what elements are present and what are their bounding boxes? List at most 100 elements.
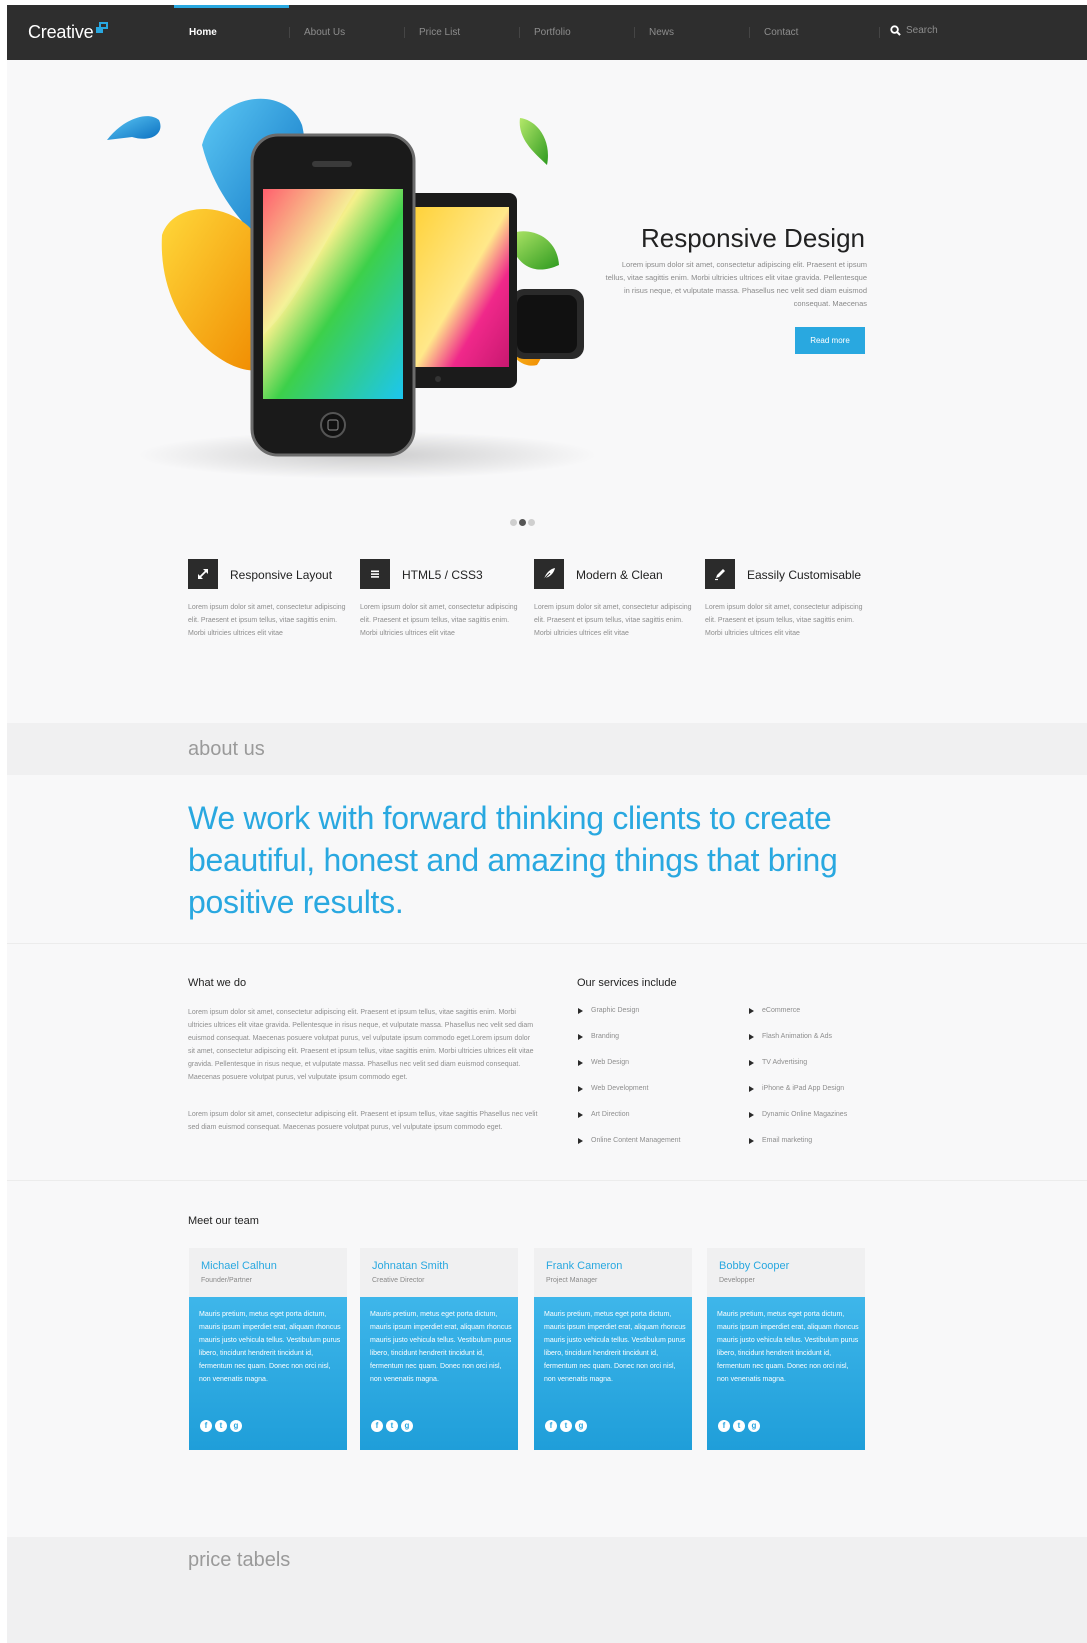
twitter-icon[interactable]: t bbox=[386, 1420, 398, 1432]
team-card: Bobby Cooper Developper Mauris pretium, … bbox=[707, 1248, 865, 1450]
service-item[interactable]: TV Advertising bbox=[748, 1059, 847, 1085]
menu-divider bbox=[879, 27, 880, 38]
section-divider bbox=[7, 1180, 1087, 1181]
service-item[interactable]: Art Direction bbox=[577, 1111, 681, 1137]
slide-dot-1[interactable] bbox=[510, 519, 517, 526]
search-field[interactable]: Search bbox=[890, 25, 938, 36]
twitter-icon[interactable]: t bbox=[733, 1420, 745, 1432]
team-card-body: Mauris pretium, metus eget porta dictum,… bbox=[534, 1297, 692, 1450]
price-heading: price tabels bbox=[188, 1549, 291, 1571]
nav-item-label: About Us bbox=[304, 27, 346, 38]
team-card: Frank Cameron Project Manager Mauris pre… bbox=[534, 1248, 692, 1450]
team-member-name[interactable]: Johnatan Smith bbox=[372, 1260, 448, 1272]
team-card-header: Michael Calhun Founder/Partner bbox=[189, 1248, 347, 1297]
team-member-bio: Mauris pretium, metus eget porta dictum,… bbox=[717, 1311, 859, 1383]
google-plus-icon[interactable]: g bbox=[230, 1420, 242, 1432]
search-icon bbox=[890, 25, 901, 36]
feature-text: Lorem ipsum dolor sit amet, consectetur … bbox=[360, 604, 518, 637]
slide-dot-2[interactable] bbox=[519, 519, 526, 526]
about-section-header: about us bbox=[7, 723, 1087, 775]
services-list-1: Graphic Design Branding Web Design Web D… bbox=[577, 1007, 681, 1163]
team-card: Michael Calhun Founder/Partner Mauris pr… bbox=[189, 1248, 347, 1450]
facebook-icon[interactable]: f bbox=[718, 1420, 730, 1432]
pen-icon bbox=[705, 559, 735, 589]
twitter-icon[interactable]: t bbox=[215, 1420, 227, 1432]
services-heading: Our services include bbox=[577, 977, 677, 989]
services-list-2: eCommerce Flash Animation & Ads TV Adver… bbox=[748, 1007, 847, 1163]
nav-item-portfolio[interactable]: Portfolio bbox=[519, 5, 634, 60]
team-card: Johnatan Smith Creative Director Mauris … bbox=[360, 1248, 518, 1450]
social-links: ftg bbox=[545, 1415, 590, 1433]
what-we-do-heading: What we do bbox=[188, 977, 247, 989]
twitter-icon[interactable]: t bbox=[560, 1420, 572, 1432]
facebook-icon[interactable]: f bbox=[545, 1420, 557, 1432]
page: Creative Home About Us Price List Portfo… bbox=[7, 5, 1087, 1643]
feather-icon bbox=[534, 559, 564, 589]
team-card-header: Frank Cameron Project Manager bbox=[534, 1248, 692, 1297]
nav-item-label: Contact bbox=[764, 27, 799, 38]
nav-item-label: Portfolio bbox=[534, 27, 571, 38]
logo[interactable]: Creative bbox=[28, 22, 109, 43]
google-plus-icon[interactable]: g bbox=[748, 1420, 760, 1432]
what-we-do-text-2: Lorem ipsum dolor sit amet, consectetur … bbox=[188, 1111, 538, 1131]
service-item[interactable]: Web Development bbox=[577, 1085, 681, 1111]
team-card-header: Bobby Cooper Developper bbox=[707, 1248, 865, 1297]
hero-title: Responsive Design bbox=[640, 223, 865, 253]
team-card-body: Mauris pretium, metus eget porta dictum,… bbox=[189, 1297, 347, 1450]
nav-item-label: News bbox=[649, 27, 675, 38]
feature-text: Lorem ipsum dolor sit amet, consectetur … bbox=[534, 604, 692, 637]
logo-text: Creative bbox=[28, 22, 94, 42]
service-item[interactable]: iPhone & iPad App Design bbox=[748, 1085, 847, 1111]
feature-title: HTML5 / CSS3 bbox=[402, 568, 483, 582]
facebook-icon[interactable]: f bbox=[371, 1420, 383, 1432]
team-card-body: Mauris pretium, metus eget porta dictum,… bbox=[707, 1297, 865, 1450]
service-item[interactable]: Dynamic Online Magazines bbox=[748, 1111, 847, 1137]
hero-devices-illustration bbox=[107, 98, 597, 479]
service-item[interactable]: Email marketing bbox=[748, 1137, 847, 1163]
nav-item-news[interactable]: News bbox=[634, 5, 749, 60]
section-divider bbox=[7, 943, 1087, 944]
social-links: ftg bbox=[371, 1415, 416, 1433]
service-item[interactable]: eCommerce bbox=[748, 1007, 847, 1033]
team-member-name[interactable]: Michael Calhun bbox=[201, 1260, 277, 1272]
price-section-header: price tabels bbox=[7, 1537, 1087, 1643]
read-more-button[interactable]: Read more bbox=[795, 327, 865, 354]
feature-title: Modern & Clean bbox=[576, 568, 663, 582]
facebook-icon[interactable]: f bbox=[200, 1420, 212, 1432]
social-links: ftg bbox=[718, 1415, 763, 1433]
team-card-header: Johnatan Smith Creative Director bbox=[360, 1248, 518, 1297]
feature-text: Lorem ipsum dolor sit amet, consectetur … bbox=[188, 604, 346, 637]
team-member-bio: Mauris pretium, metus eget porta dictum,… bbox=[370, 1311, 512, 1383]
google-plus-icon[interactable]: g bbox=[575, 1420, 587, 1432]
nav-item-about-us[interactable]: About Us bbox=[289, 5, 404, 60]
team-member-role: Founder/Partner bbox=[201, 1277, 252, 1284]
team-member-role: Project Manager bbox=[546, 1277, 598, 1284]
team-member-name[interactable]: Bobby Cooper bbox=[719, 1260, 789, 1272]
slide-dot-3[interactable] bbox=[528, 519, 535, 526]
team-heading: Meet our team bbox=[188, 1215, 259, 1227]
nav-item-home[interactable]: Home bbox=[174, 5, 289, 60]
service-item[interactable]: Online Content Management bbox=[577, 1137, 681, 1163]
service-item[interactable]: Flash Animation & Ads bbox=[748, 1033, 847, 1059]
service-item[interactable]: Branding bbox=[577, 1033, 681, 1059]
team-member-role: Creative Director bbox=[372, 1277, 425, 1284]
top-navigation: Creative Home About Us Price List Portfo… bbox=[7, 5, 1087, 60]
feature-title: Eassily Customisable bbox=[747, 568, 862, 582]
nav-item-price-list[interactable]: Price List bbox=[404, 5, 519, 60]
team-member-bio: Mauris pretium, metus eget porta dictum,… bbox=[544, 1311, 686, 1383]
feature-text: Lorem ipsum dolor sit amet, consectetur … bbox=[705, 604, 863, 637]
service-item[interactable]: Web Design bbox=[577, 1059, 681, 1085]
what-we-do-text-1: Lorem ipsum dolor sit amet, consectetur … bbox=[188, 1009, 534, 1081]
nav-item-label: Price List bbox=[419, 27, 461, 38]
google-plus-icon[interactable]: g bbox=[401, 1420, 413, 1432]
team-card-body: Mauris pretium, metus eget porta dictum,… bbox=[360, 1297, 518, 1450]
hero-description: Lorem ipsum dolor sit amet, consectetur … bbox=[605, 260, 867, 308]
service-item[interactable]: Graphic Design bbox=[577, 1007, 681, 1033]
nav-item-contact[interactable]: Contact bbox=[749, 5, 864, 60]
about-heading: about us bbox=[188, 738, 265, 760]
team-member-name[interactable]: Frank Cameron bbox=[546, 1260, 622, 1272]
menu-lines-icon bbox=[360, 559, 390, 589]
logo-mark-icon bbox=[96, 22, 109, 34]
search-label: Search bbox=[906, 25, 938, 36]
expand-icon bbox=[188, 559, 218, 589]
